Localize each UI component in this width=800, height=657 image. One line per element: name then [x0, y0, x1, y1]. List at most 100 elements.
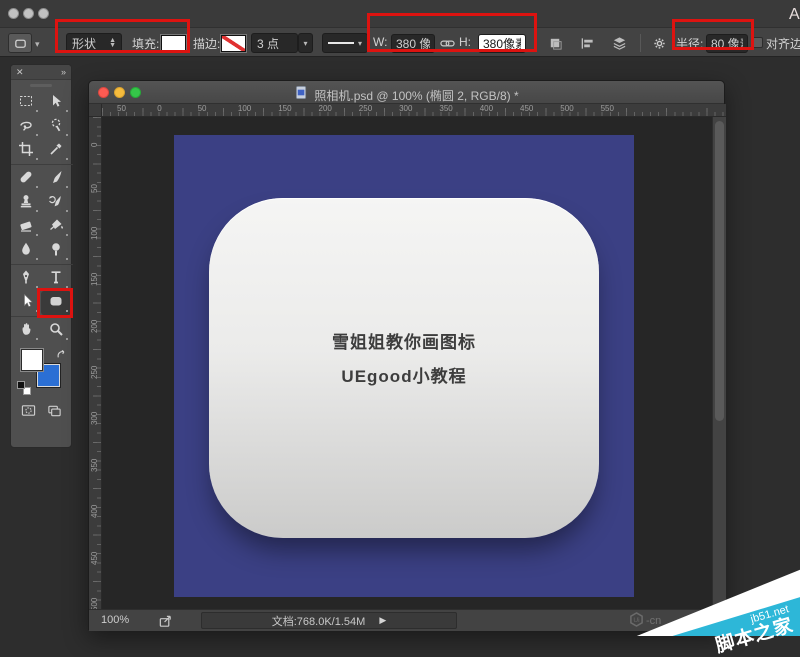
pasteboard[interactable]: 雪姐姐教你画图标 UEgood小教程 — [102, 117, 712, 609]
tool-heal[interactable] — [11, 167, 41, 191]
tool-rect-marquee[interactable] — [11, 91, 41, 115]
site-watermark-banner: jb51.net 脚本之家 — [630, 564, 800, 636]
share-icon[interactable] — [155, 611, 175, 631]
screen-mode-icon[interactable] — [47, 403, 62, 423]
tool-rounded-rect[interactable] — [41, 291, 71, 315]
tools-panel-header: ✕ » — [11, 65, 71, 80]
width-input[interactable] — [391, 34, 435, 53]
pen-icon — [18, 269, 34, 290]
v-ruler-label: 250 — [90, 345, 99, 379]
tools-panel: ✕ » — [10, 64, 72, 448]
tool-bucket[interactable] — [41, 215, 71, 239]
tool-quick-select[interactable] — [41, 115, 71, 139]
window-dot-3[interactable] — [38, 8, 49, 19]
h-ruler-label: 100 — [238, 104, 251, 113]
horizontal-ruler[interactable]: 50050100150200250300350400450500550 — [102, 104, 726, 117]
stroke-style-select[interactable]: ▾ — [322, 33, 368, 53]
default-black-swatch — [17, 381, 25, 389]
tool-dodge[interactable] — [41, 239, 71, 263]
line-style-preview — [328, 42, 354, 44]
tool-lasso[interactable] — [11, 115, 41, 139]
tool-blur[interactable] — [11, 239, 41, 263]
quick-mask-icon[interactable] — [21, 403, 36, 423]
path-operations-icon[interactable] — [545, 33, 565, 53]
shape-mode-label: 形状 — [72, 35, 96, 52]
h-ruler-label: 500 — [560, 104, 573, 113]
h-ruler-label: 0 — [157, 104, 161, 113]
document-title-bar[interactable]: 照相机.psd @ 100% (椭圆 2, RGB/8) * — [89, 81, 724, 104]
default-colors-icon[interactable] — [17, 381, 31, 395]
options-separator — [640, 34, 641, 52]
crop-icon — [18, 141, 34, 162]
quick-select-icon — [48, 117, 64, 138]
tool-path-select[interactable] — [11, 291, 41, 315]
tool-preset-caret-icon[interactable]: ▾ — [35, 39, 40, 50]
align-edges-label: 对齐边缘 — [766, 35, 800, 52]
v-ruler-label: 300 — [90, 391, 99, 425]
tool-stamp[interactable] — [11, 191, 41, 215]
zoom-level-field[interactable]: 100% — [101, 614, 129, 626]
tool-history-brush[interactable] — [41, 191, 71, 215]
type-icon — [48, 269, 64, 290]
document-size-text: 文档:768.0K/1.54M — [272, 613, 366, 629]
tool-grid — [11, 91, 73, 343]
link-dimensions-icon[interactable] — [437, 33, 457, 53]
panel-grip[interactable] — [30, 84, 52, 87]
foreground-color-swatch[interactable] — [21, 349, 43, 371]
dodge-icon — [48, 241, 64, 262]
window-dot-2[interactable] — [23, 8, 34, 19]
align-edges-checkbox[interactable] — [752, 37, 763, 48]
canvas[interactable]: 雪姐姐教你画图标 UEgood小教程 — [174, 135, 634, 597]
scrollbar-thumb[interactable] — [715, 121, 724, 421]
v-ruler-label: 400 — [90, 484, 99, 518]
stroke-swatch[interactable] — [221, 35, 246, 52]
zoom-icon — [48, 321, 64, 342]
tool-crop[interactable] — [11, 139, 41, 163]
fill-swatch[interactable] — [161, 35, 186, 52]
collapse-panel-icon[interactable]: » — [61, 67, 66, 77]
blur-icon — [18, 241, 34, 262]
shape-mode-select[interactable]: 形状 ▲▼ — [66, 33, 122, 53]
vertical-scrollbar[interactable] — [712, 117, 726, 609]
tool-brush[interactable] — [41, 167, 71, 191]
document-window: 照相机.psd @ 100% (椭圆 2, RGB/8) * 500501001… — [88, 80, 725, 630]
v-ruler-label: 100 — [90, 206, 99, 240]
color-swatches — [11, 347, 71, 399]
ruler-origin-corner[interactable] — [89, 104, 102, 117]
v-ruler-label: 150 — [90, 252, 99, 286]
stroke-width-box[interactable]: 3 点 — [251, 33, 298, 53]
tool-zoom[interactable] — [41, 319, 71, 343]
tool-eyedropper[interactable] — [41, 139, 71, 163]
radius-label: 半径: — [676, 35, 703, 52]
icon-text-line1: 雪姐姐教你画图标 — [209, 328, 599, 353]
v-ruler-label: 200 — [90, 299, 99, 333]
stamp-icon — [18, 193, 34, 214]
gear-icon[interactable] — [649, 33, 669, 53]
window-dot-1[interactable] — [8, 8, 19, 19]
close-icon[interactable]: ✕ — [16, 67, 24, 78]
rounded-square-shape[interactable]: 雪姐姐教你画图标 UEgood小教程 — [209, 198, 599, 538]
tool-preset-icon[interactable] — [8, 33, 32, 53]
h-ruler-label: 150 — [278, 104, 291, 113]
tool-eraser[interactable] — [11, 215, 41, 239]
radius-input[interactable] — [706, 34, 748, 53]
tool-move[interactable] — [41, 91, 71, 115]
height-input[interactable] — [478, 34, 526, 53]
document-info-box[interactable]: 文档:768.0K/1.54M ▶ — [201, 612, 457, 629]
status-flyout-icon[interactable]: ▶ — [379, 615, 386, 626]
rounded-rect-icon — [48, 293, 64, 314]
vertical-ruler[interactable]: 050100150200250300350400450500 — [89, 117, 102, 609]
path-arrangement-icon[interactable] — [609, 33, 629, 53]
lasso-icon — [18, 117, 34, 138]
eyedropper-icon — [48, 141, 64, 162]
fill-label: 填充: — [132, 35, 159, 52]
path-alignment-icon[interactable] — [577, 33, 597, 53]
line-style-caret-icon: ▾ — [358, 39, 362, 48]
tool-hand[interactable] — [11, 319, 41, 343]
app-title-strip — [0, 0, 800, 28]
document-title: 照相机.psd @ 100% (椭圆 2, RGB/8) * — [314, 87, 518, 104]
tool-pen[interactable] — [11, 267, 41, 291]
tool-type[interactable] — [41, 267, 71, 291]
stroke-width-caret-icon[interactable]: ▾ — [298, 33, 313, 53]
path-select-icon — [18, 293, 34, 314]
